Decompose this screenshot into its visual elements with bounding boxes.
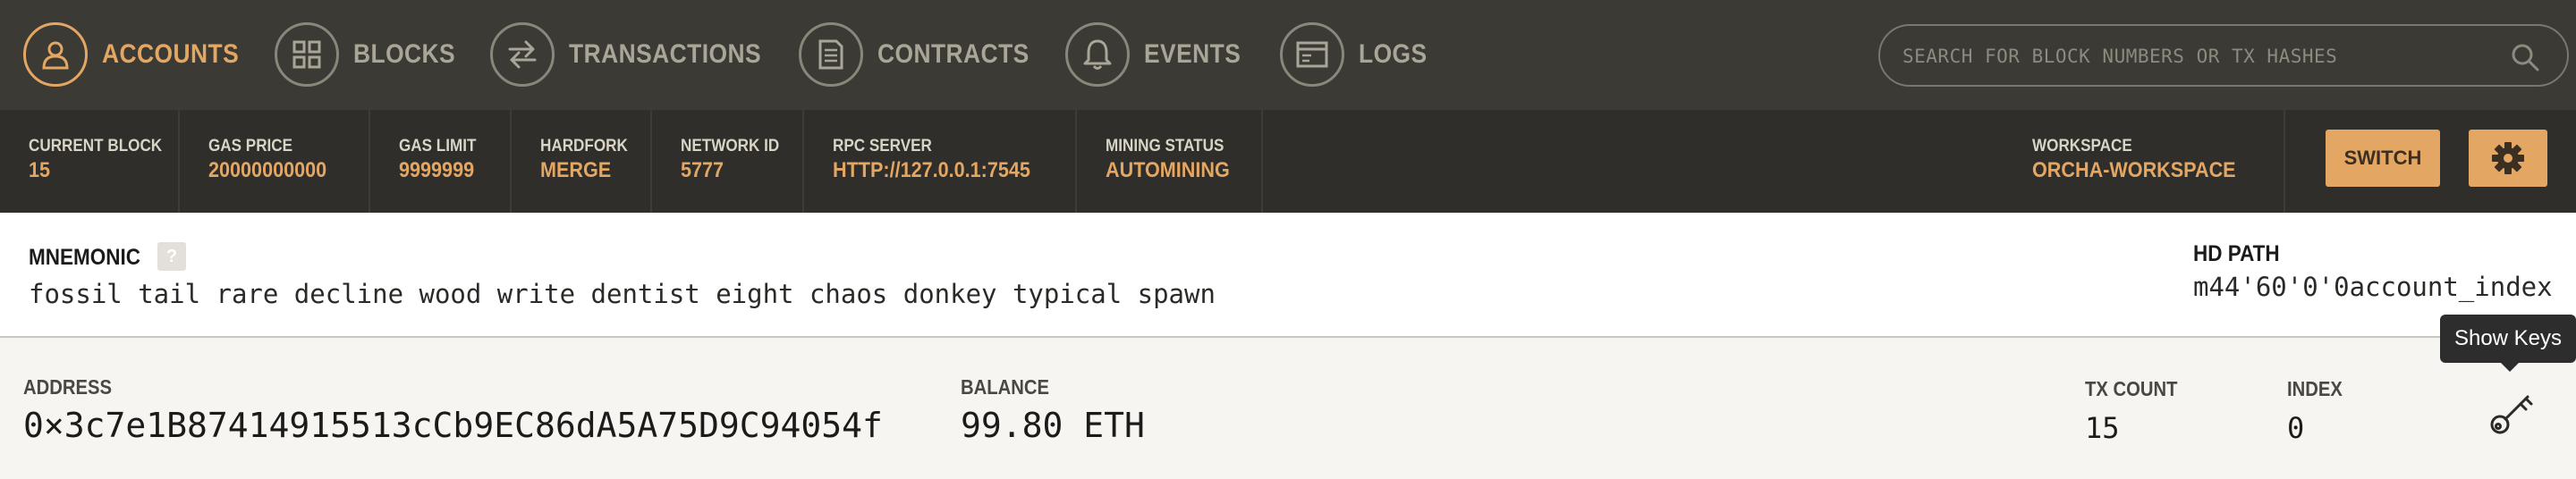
stat-label: NETWORK ID xyxy=(681,137,780,155)
mnemonic-title: MNEMONIC xyxy=(29,245,141,270)
stat-label: GAS PRICE xyxy=(208,137,293,155)
hd-path-label: HD PATH xyxy=(2193,241,2280,266)
stat-label: CURRENT BLOCK xyxy=(29,137,163,155)
settings-button[interactable] xyxy=(2469,130,2547,187)
nav-tab-label: ACCOUNTS xyxy=(102,39,240,69)
stat-value: HTTP://127.0.0.1:7545 xyxy=(833,158,1030,182)
stat-current-block: CURRENT BLOCK 15 xyxy=(0,110,180,213)
gear-icon xyxy=(2492,142,2524,174)
tx-count-value: 15 xyxy=(2085,411,2120,445)
stat-gas-price: GAS PRICE 20000000000 xyxy=(180,110,370,213)
stat-network-id: NETWORK ID 5777 xyxy=(652,110,804,213)
nav-tab-logs[interactable]: LOGS xyxy=(1280,22,1436,87)
stat-hardfork: HARDFORK MERGE xyxy=(512,110,652,213)
workspace-label: WORKSPACE xyxy=(2032,137,2132,155)
index-value: 0 xyxy=(2287,411,2305,445)
bell-icon xyxy=(1065,22,1130,87)
mnemonic-panel: MNEMONIC ? fossil tail rare decline wood… xyxy=(0,213,2576,338)
stat-mining-status: MINING STATUS AUTOMINING xyxy=(1077,110,1263,213)
stat-value: MERGE xyxy=(540,158,612,182)
balance-label: BALANCE xyxy=(961,375,1049,399)
top-nav: ACCOUNTS BLOCKS TRANSACTIONS CONTRACTS E… xyxy=(0,0,2576,110)
account-balance: 99.80 ETH xyxy=(961,406,1145,445)
key-icon[interactable] xyxy=(2487,388,2537,438)
search-icon[interactable] xyxy=(2510,42,2540,72)
index-label: INDEX xyxy=(2287,377,2343,400)
show-keys-tooltip: Show Keys xyxy=(2440,315,2576,363)
hd-path-value: m44'60'0'0account_index xyxy=(2193,272,2553,302)
document-icon xyxy=(799,22,863,87)
status-bar: CURRENT BLOCK 15 GAS PRICE 20000000000 G… xyxy=(0,110,2576,213)
arrows-swap-icon xyxy=(490,22,555,87)
nav-tab-blocks[interactable]: BLOCKS xyxy=(275,22,470,87)
nav-tab-accounts[interactable]: ACCOUNTS xyxy=(23,22,258,87)
nav-tab-label: BLOCKS xyxy=(353,39,456,69)
stat-rpc-server: RPC SERVER HTTP://127.0.0.1:7545 xyxy=(804,110,1077,213)
stat-value: 5777 xyxy=(681,158,724,182)
nav-tab-transactions[interactable]: TRANSACTIONS xyxy=(490,22,787,87)
search-placeholder: SEARCH FOR BLOCK NUMBERS OR TX HASHES xyxy=(1902,46,2338,67)
nav-tab-label: EVENTS xyxy=(1144,39,1241,69)
stat-value: 20000000000 xyxy=(208,158,327,182)
stat-label: GAS LIMIT xyxy=(399,137,477,155)
stat-label: HARDFORK xyxy=(540,137,628,155)
account-row[interactable]: ADDRESS 0×3c7e1B87414915513cCb9EC86dA5A7… xyxy=(0,340,2576,479)
tx-count-label: TX COUNT xyxy=(2085,377,2178,400)
account-address: 0×3c7e1B87414915513cCb9EC86dA5A75D9C9405… xyxy=(23,406,883,445)
workspace-name: ORCHA-WORKSPACE xyxy=(2032,158,2236,182)
switch-workspace-button[interactable]: SWITCH xyxy=(2326,130,2440,187)
stat-label: RPC SERVER xyxy=(833,137,932,155)
nav-tab-events[interactable]: EVENTS xyxy=(1065,22,1254,87)
stat-value: 9999999 xyxy=(399,158,475,182)
terminal-window-icon xyxy=(1280,22,1344,87)
nav-tab-label: CONTRACTS xyxy=(877,39,1030,69)
search-input[interactable]: SEARCH FOR BLOCK NUMBERS OR TX HASHES xyxy=(1878,24,2569,87)
tooltip-arrow xyxy=(2500,362,2520,372)
mnemonic-words: fossil tail rare decline wood write dent… xyxy=(29,279,1216,309)
address-label: ADDRESS xyxy=(23,375,112,399)
help-icon[interactable]: ? xyxy=(157,242,186,271)
nav-tab-contracts[interactable]: CONTRACTS xyxy=(799,22,1050,87)
user-icon xyxy=(23,22,88,87)
nav-tab-label: LOGS xyxy=(1359,39,1428,69)
stat-value: 15 xyxy=(29,158,51,182)
nav-tab-label: TRANSACTIONS xyxy=(569,39,762,69)
divider xyxy=(2284,110,2285,213)
grid-icon xyxy=(275,22,339,87)
stat-gas-limit: GAS LIMIT 9999999 xyxy=(370,110,512,213)
stat-value: AUTOMINING xyxy=(1106,158,1230,182)
stat-label: MINING STATUS xyxy=(1106,137,1224,155)
